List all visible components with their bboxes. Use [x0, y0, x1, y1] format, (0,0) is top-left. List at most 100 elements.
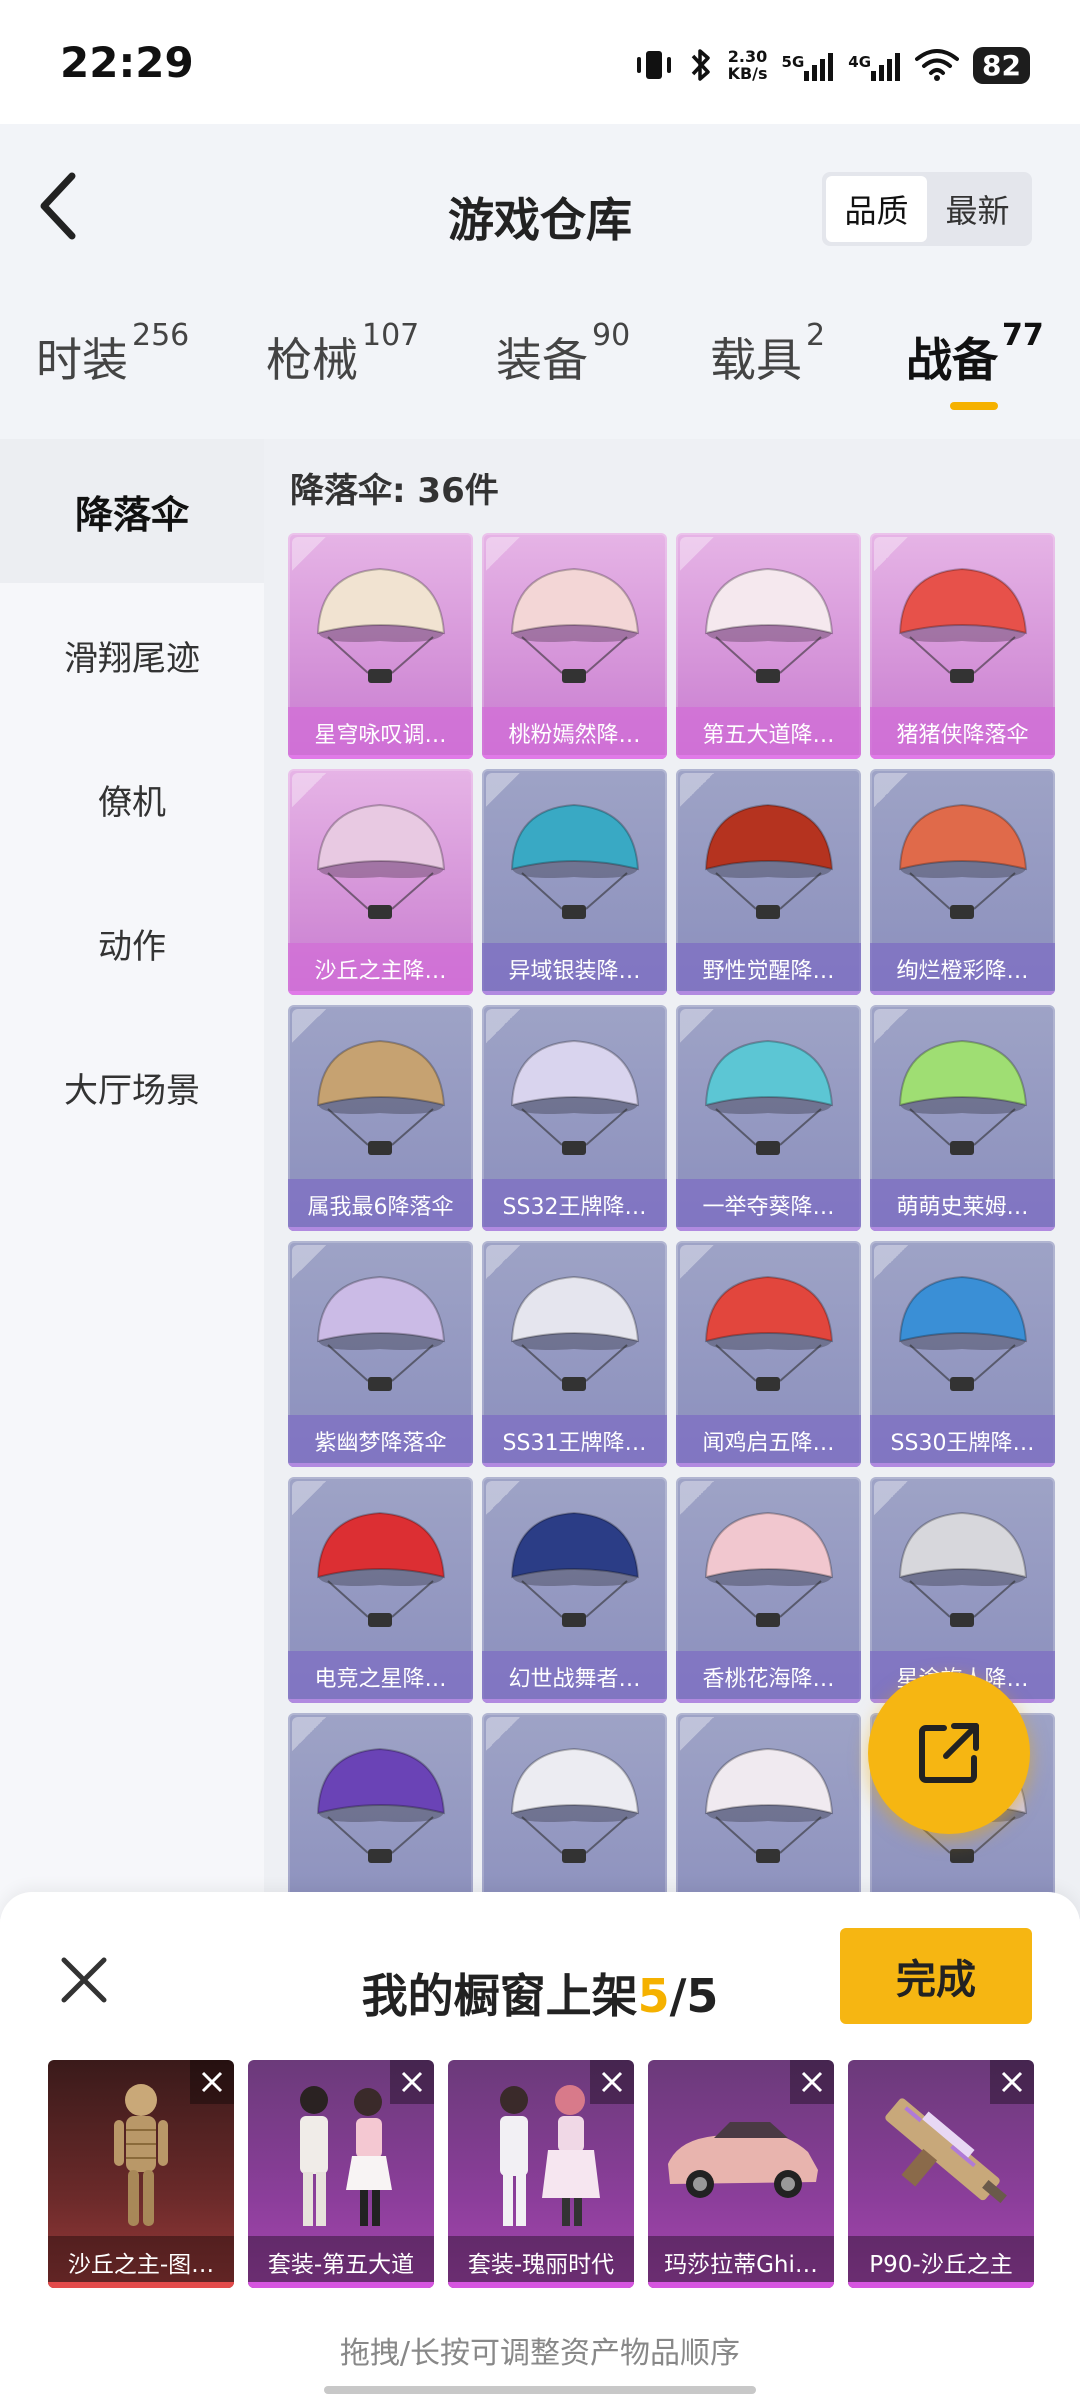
card-tier-strip [288, 1227, 473, 1231]
parachute-card[interactable]: 野性觉醒降… [676, 769, 861, 995]
tab-label: 时装 [36, 333, 128, 387]
parachute-card[interactable]: 绚烂橙彩降… [870, 769, 1055, 995]
check-mark-icon [486, 537, 520, 571]
close-icon [801, 2071, 823, 2093]
card-tier-strip [676, 1699, 861, 1703]
showcase-slot[interactable]: 套装-瑰丽时代 [448, 2060, 634, 2288]
done-button[interactable]: 完成 [840, 1928, 1032, 2024]
tab-active-indicator [950, 402, 998, 410]
home-indicator [324, 2386, 756, 2394]
check-mark-icon [680, 1717, 714, 1751]
check-mark-icon [292, 1481, 326, 1515]
close-icon [601, 2071, 623, 2093]
sort-option-newest[interactable]: 最新 [927, 176, 1028, 242]
card-label: 幻世战舞者… [482, 1651, 667, 1703]
tab-fashion[interactable]: 时装 256 [36, 318, 189, 390]
status-icons: 2.30 KB/s 5G 4G 82 [634, 40, 1030, 90]
card-tier-strip [288, 755, 473, 759]
tab-label: 载具 [710, 333, 802, 387]
check-mark-icon [292, 1717, 326, 1751]
sort-toggle: 品质 最新 [822, 172, 1032, 246]
parachute-card[interactable]: 电竞之星降… [288, 1477, 473, 1703]
parachute-card[interactable]: SS32王牌降… [482, 1005, 667, 1231]
slot-tier-bar [848, 2282, 1034, 2288]
header: 游戏仓库 品质 最新 时装 256 枪械 107 装备 90 载具 2 战备 77 [0, 124, 1080, 439]
parachute-card[interactable]: 属我最6降落伞 [288, 1005, 473, 1231]
showcase-slot[interactable]: P90-沙丘之主 [848, 2060, 1034, 2288]
parachute-card[interactable]: 闻鸡启五降… [676, 1241, 861, 1467]
tab-count: 77 [1002, 318, 1044, 353]
card-label: 第五大道降… [676, 707, 861, 759]
sort-option-quality[interactable]: 品质 [826, 176, 927, 242]
card-label: SS32王牌降… [482, 1179, 667, 1231]
card-tier-strip [676, 991, 861, 995]
parachute-card[interactable]: 香桃花海降… [676, 1477, 861, 1703]
sidebar-item-lobby-scene[interactable]: 大厅场景 [0, 1015, 264, 1159]
card-label: 猪猪侠降落伞 [870, 707, 1055, 759]
bluetooth-icon [691, 49, 710, 81]
showcase-slot[interactable]: 玛莎拉蒂Ghi… [648, 2060, 834, 2288]
parachute-card[interactable]: 桃粉嫣然降… [482, 533, 667, 759]
tab-equipment[interactable]: 装备 90 [496, 318, 630, 390]
parachute-card[interactable]: 星穹咏叹调… [288, 533, 473, 759]
card-label: 桃粉嫣然降… [482, 707, 667, 759]
parachute-card[interactable]: 一举夺葵降… [676, 1005, 861, 1231]
tab-combat-gear[interactable]: 战备 77 [906, 318, 1044, 390]
slot-label: 套装-瑰丽时代 [448, 2236, 634, 2288]
check-mark-icon [680, 773, 714, 807]
remove-slot-button[interactable] [790, 2060, 834, 2104]
showcase-slot[interactable]: 沙丘之主-图… [48, 2060, 234, 2288]
parachute-card[interactable]: 第五大道降… [676, 533, 861, 759]
card-tier-strip [482, 1699, 667, 1703]
parachute-card[interactable]: 萌萌史莱姆… [870, 1005, 1055, 1231]
sidebar-item-parachute[interactable]: 降落伞 [0, 439, 264, 583]
close-icon [1001, 2071, 1023, 2093]
share-button[interactable] [868, 1672, 1030, 1834]
tab-label: 装备 [496, 333, 588, 387]
check-mark-icon [486, 773, 520, 807]
wifi-icon [915, 49, 960, 81]
check-mark-icon [292, 773, 326, 807]
net-speed: 2.30 KB/s [728, 48, 768, 82]
parachute-card[interactable]: 星途旅人降… [870, 1477, 1055, 1703]
card-tier-strip [870, 1463, 1055, 1467]
sheet-separator: / [669, 1969, 687, 2023]
parachute-card[interactable]: 幻世战舞者… [482, 1477, 667, 1703]
parachute-card[interactable]: SS30王牌降… [870, 1241, 1055, 1467]
card-label: 一举夺葵降… [676, 1179, 861, 1231]
parachute-card[interactable] [288, 1713, 473, 1919]
remove-slot-button[interactable] [190, 2060, 234, 2104]
card-label: 沙丘之主降… [288, 943, 473, 995]
check-mark-icon [680, 537, 714, 571]
remove-slot-button[interactable] [990, 2060, 1034, 2104]
parachute-card[interactable]: 沙丘之主降… [288, 769, 473, 995]
sidebar-item-emote[interactable]: 动作 [0, 871, 264, 1015]
card-tier-strip [676, 755, 861, 759]
showcase-slot[interactable]: 套装-第五大道 [248, 2060, 434, 2288]
tab-label: 枪械 [266, 333, 358, 387]
close-icon [401, 2071, 423, 2093]
parachute-card[interactable]: 紫幽梦降落伞 [288, 1241, 473, 1467]
parachute-card[interactable]: 异域银装降… [482, 769, 667, 995]
sidebar-item-glide-trail[interactable]: 滑翔尾迹 [0, 583, 264, 727]
sheet-current-count: 5 [637, 1969, 670, 2023]
remove-slot-button[interactable] [590, 2060, 634, 2104]
sheet-title-prefix: 我的橱窗上架 [361, 1969, 638, 2023]
category-tabs: 时装 256 枪械 107 装备 90 载具 2 战备 77 [0, 318, 1080, 424]
tab-vehicles[interactable]: 载具 2 [710, 318, 825, 390]
parachute-card[interactable]: 猪猪侠降落伞 [870, 533, 1055, 759]
tab-label: 战备 [906, 333, 998, 387]
tab-weapons[interactable]: 枪械 107 [266, 318, 419, 390]
parachute-card[interactable]: SS31王牌降… [482, 1241, 667, 1467]
card-label: SS30王牌降… [870, 1415, 1055, 1467]
card-tier-strip [288, 991, 473, 995]
parachute-card[interactable] [676, 1713, 861, 1919]
card-label: 香桃花海降… [676, 1651, 861, 1703]
card-tier-strip [288, 1699, 473, 1703]
check-mark-icon [292, 1009, 326, 1043]
remove-slot-button[interactable] [390, 2060, 434, 2104]
parachute-card[interactable] [482, 1713, 667, 1919]
sidebar-item-wingman[interactable]: 僚机 [0, 727, 264, 871]
slot-tier-bar [48, 2282, 234, 2288]
card-label: SS31王牌降… [482, 1415, 667, 1467]
